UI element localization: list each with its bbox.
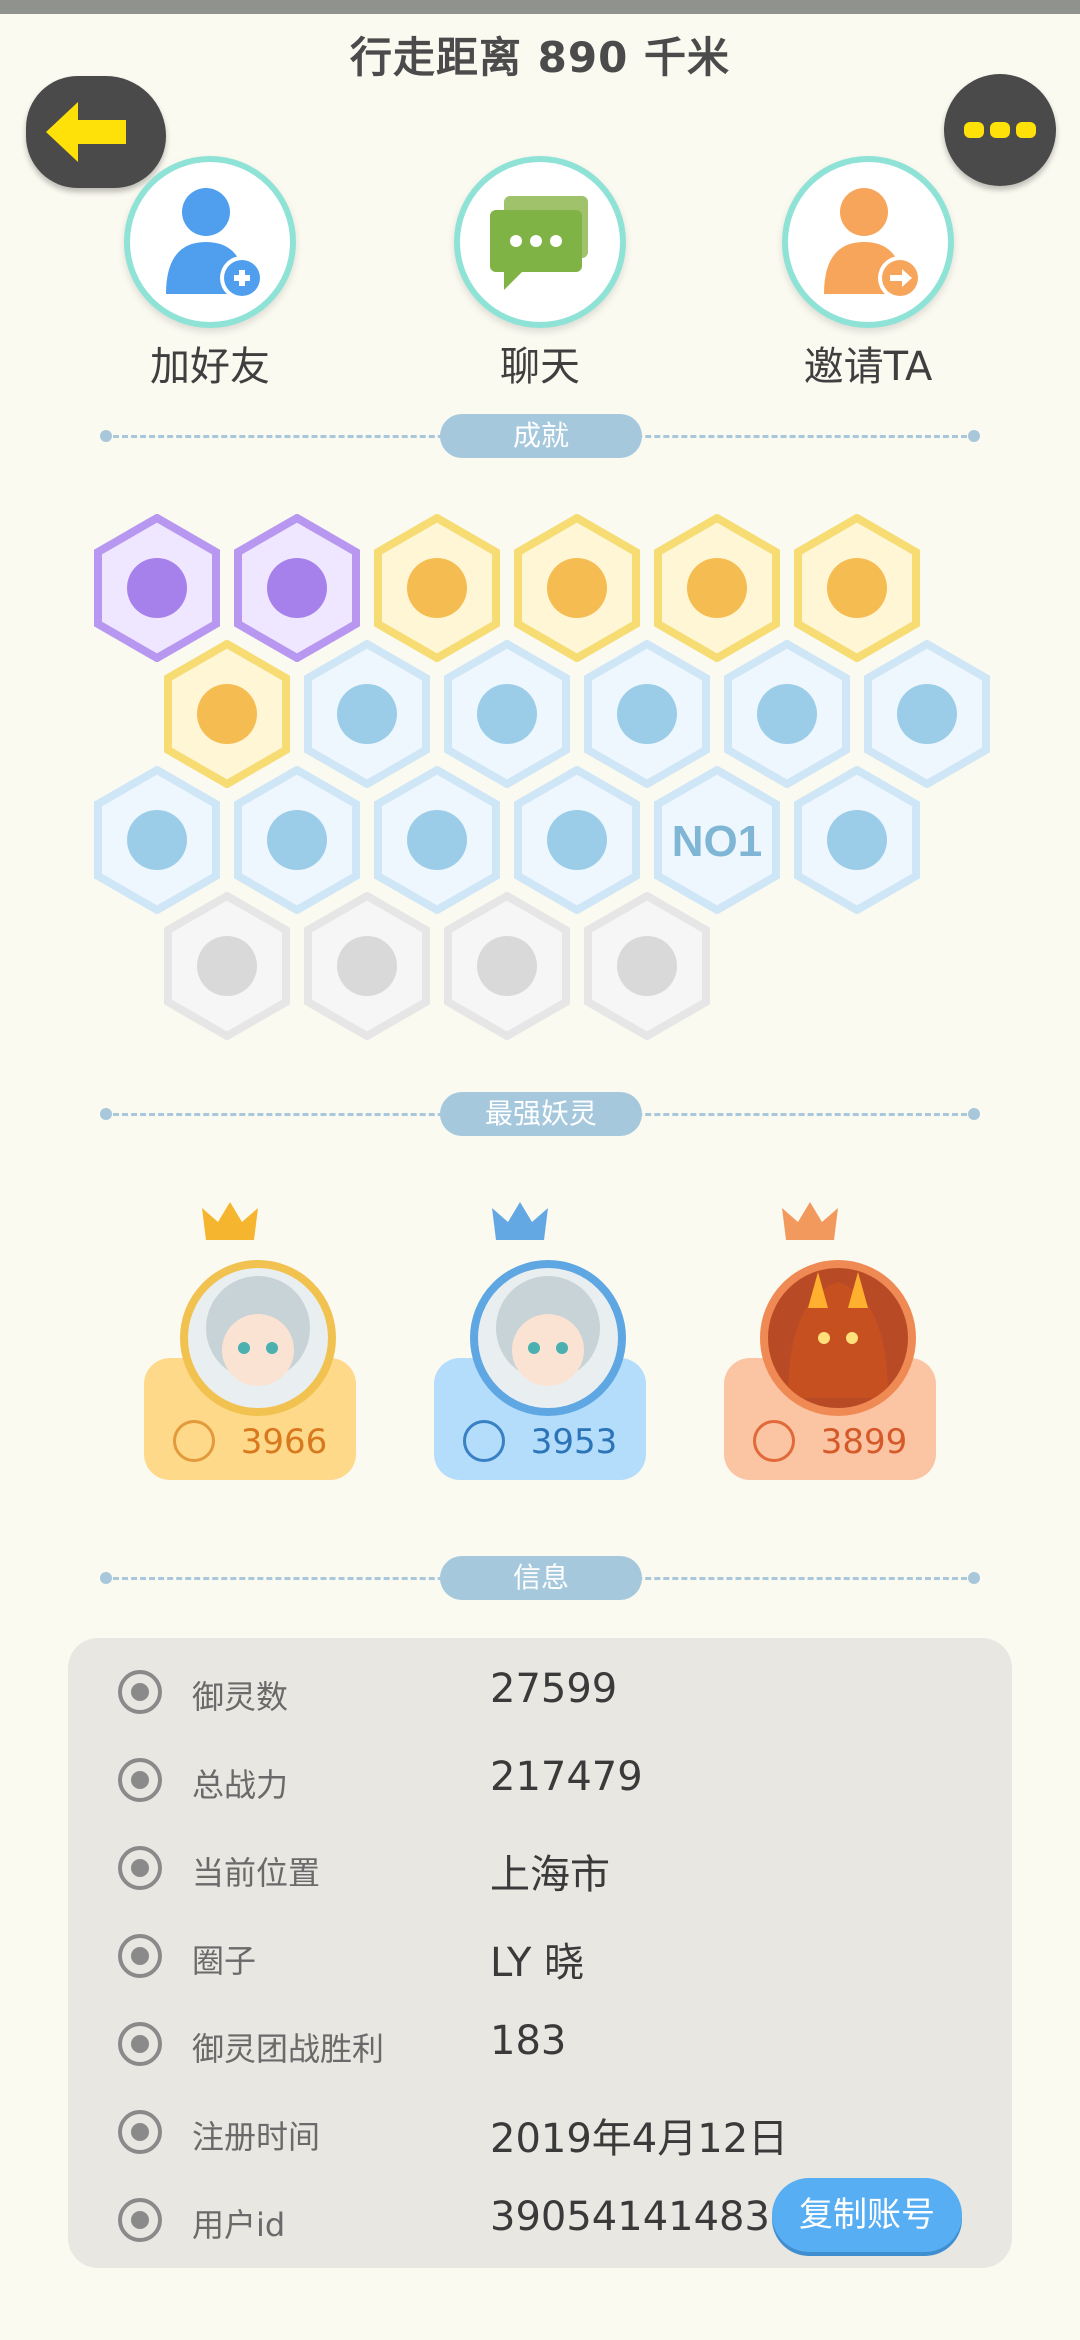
add-friend-label: 加好友 [150, 344, 270, 390]
info-row-user-id: 用户id 39054141483 复制账号 [68, 2178, 1012, 2270]
spirit-portrait [180, 1260, 336, 1416]
anchor-icon [118, 2022, 162, 2066]
clock-icon [118, 2110, 162, 2154]
info-section-header: 信息 [100, 1556, 980, 1600]
achievement-badge-icon[interactable] [442, 892, 572, 1040]
spirit-portrait [470, 1260, 626, 1416]
info-row-spirits: 御灵数 27599 [68, 1654, 1012, 1742]
svg-text:NO1: NO1 [672, 817, 762, 866]
info-panel: 御灵数 27599 总战力 217479 当前位置 上海市 圈子 LY 晓 御灵… [68, 1638, 1012, 2268]
info-row-total-power: 总战力 217479 [68, 1742, 1012, 1830]
invite-action[interactable]: 邀请TA [768, 156, 968, 392]
spirit-power: 3953 [530, 1422, 618, 1462]
info-title: 信息 [440, 1556, 642, 1600]
sword-icon [118, 1758, 162, 1802]
spirit-portrait [760, 1260, 916, 1416]
strongest-section-header: 最强妖灵 [100, 1092, 980, 1136]
add-friend-icon [124, 156, 296, 328]
invite-label: 邀请TA [803, 344, 933, 390]
achievement-badge-icon[interactable] [792, 766, 922, 914]
chat-label: 聊天 [500, 344, 580, 390]
sword-icon [172, 1419, 215, 1462]
location-pin-icon [118, 1846, 162, 1890]
sword-icon [462, 1419, 505, 1462]
invite-icon [782, 156, 954, 328]
info-row-circle: 圈子 LY 晓 [68, 1918, 1012, 2006]
strongest-title: 最强妖灵 [440, 1092, 642, 1136]
spirit-power: 3966 [240, 1422, 328, 1462]
id-card-icon [118, 2198, 162, 2242]
chat-icon [454, 156, 626, 328]
orange-crown-icon [782, 1202, 838, 1240]
circle-group-icon [118, 1934, 162, 1978]
gold-crown-icon [202, 1202, 258, 1240]
achievement-badge-icon[interactable] [302, 892, 432, 1040]
add-friend-action[interactable]: 加好友 [110, 156, 310, 392]
achievement-badge-icon[interactable] [162, 892, 292, 1040]
achievements-title: 成就 [440, 414, 642, 458]
spirit-power: 3899 [820, 1422, 908, 1462]
achievement-badge-icon[interactable] [582, 892, 712, 1040]
sword-icon [752, 1419, 795, 1462]
status-bar [0, 0, 1080, 14]
chat-action[interactable]: 聊天 [440, 156, 640, 392]
copy-account-button[interactable]: 复制账号 [772, 2178, 962, 2252]
info-row-register-time: 注册时间 2019年4月12日 [68, 2094, 1012, 2182]
achievements-section-header: 成就 [100, 414, 980, 458]
info-row-location: 当前位置 上海市 [68, 1830, 1012, 1918]
blue-crown-icon [492, 1202, 548, 1240]
spirit-count-icon [118, 1670, 162, 1714]
info-row-team-wins: 御灵团战胜利 183 [68, 2006, 1012, 2094]
